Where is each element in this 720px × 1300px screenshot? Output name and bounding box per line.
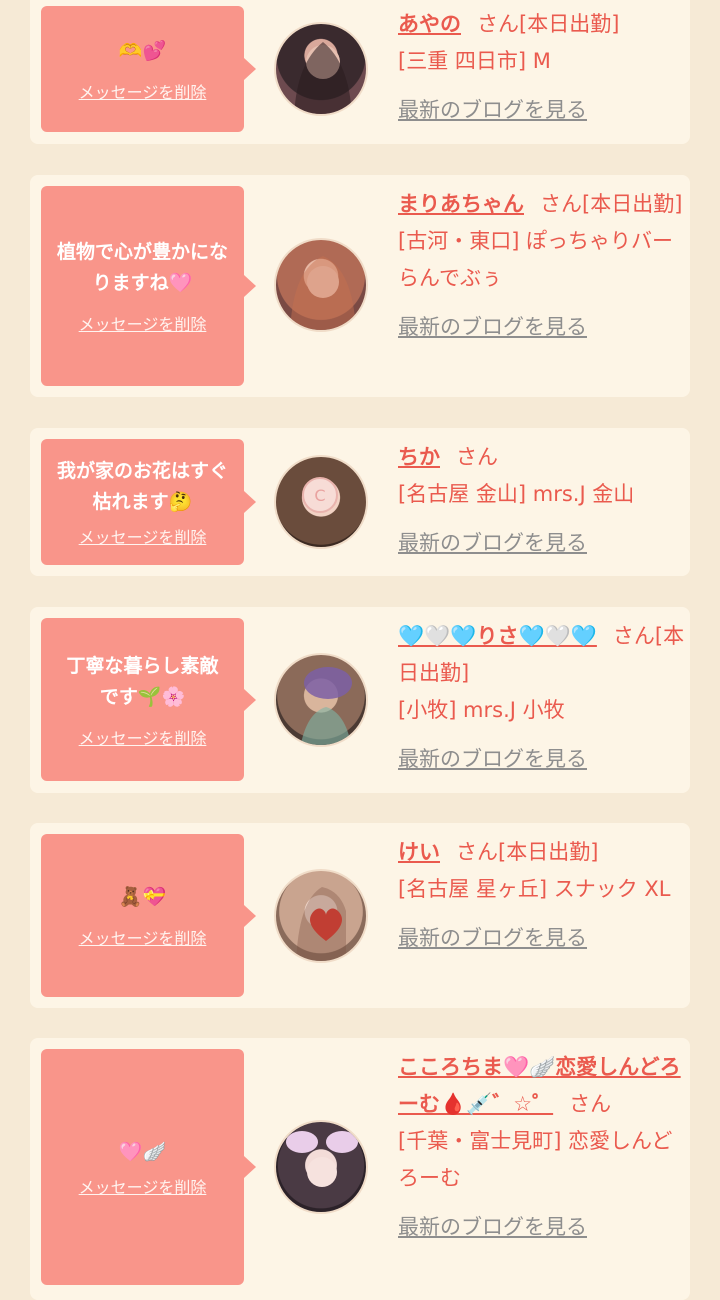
- girl-status: さん[本日出勤]: [477, 12, 620, 36]
- message-bubble: 🩷🪽 メッセージを削除: [41, 1049, 256, 1285]
- svg-text:C: C: [314, 486, 325, 505]
- message-text: 丁寧な暮らし素敵です🌱🌸: [66, 654, 219, 708]
- message-list: 🫶💕 メッセージを削除 あやの さん[本日出勤] [三重 四日市] M 最新のブロ…: [0, 0, 720, 1300]
- message-card: 我が家のお花はすぐ枯れます🤔 メッセージを削除 C ちか さん [名古屋 金山] …: [30, 428, 690, 576]
- girl-name-link[interactable]: まりあちゃん: [398, 192, 524, 216]
- message-text: 我が家のお花はすぐ枯れます🤔: [56, 460, 228, 513]
- girl-info: あやの さん[本日出勤] [三重 四日市] M 最新のブログを見る: [398, 6, 686, 129]
- delete-message-link[interactable]: メッセージを削除: [79, 311, 207, 335]
- latest-blog-link[interactable]: 最新のブログを見る: [398, 525, 686, 562]
- message-text: 🩷🪽: [118, 1140, 167, 1163]
- message-bubble: 植物で心が豊かになりますね🩷 メッセージを削除: [41, 186, 256, 386]
- latest-blog-link[interactable]: 最新のブログを見る: [398, 741, 686, 778]
- girl-info: まりあちゃん さん[本日出勤] [古河・東口] ぽっちゃりバー らんでぶぅ 最新の…: [398, 186, 686, 346]
- delete-message-link[interactable]: メッセージを削除: [79, 79, 207, 103]
- avatar-photo: [286, 1131, 358, 1187]
- avatar[interactable]: [274, 1120, 368, 1214]
- girl-status: さん: [456, 445, 498, 469]
- avatar-photo: [300, 667, 352, 745]
- shop-info: [小牧] mrs.J 小牧: [398, 698, 565, 722]
- latest-blog-link[interactable]: 最新のブログを見る: [398, 92, 686, 129]
- girl-info: こころちま🩷🪽恋愛しんどろーむ🩸💉゛☆゜ さん [千葉・富士見町] 恋愛しんどろー…: [398, 1049, 686, 1246]
- delete-message-link[interactable]: メッセージを削除: [79, 524, 207, 548]
- girl-name-link[interactable]: ちか: [398, 445, 440, 469]
- girl-status: さん[本日出勤]: [540, 192, 683, 216]
- girl-name-link[interactable]: あやの: [398, 12, 461, 36]
- shop-info: [千葉・富士見町] 恋愛しんどろーむ: [398, 1129, 673, 1190]
- avatar-photo: [290, 256, 356, 330]
- message-bubble: 🧸💝 メッセージを削除: [41, 834, 256, 997]
- latest-blog-link[interactable]: 最新のブログを見る: [398, 920, 686, 957]
- shop-info: [名古屋 金山] mrs.J 金山: [398, 482, 635, 506]
- girl-status: さん: [569, 1092, 612, 1116]
- girl-name-link[interactable]: けい: [398, 840, 440, 864]
- latest-blog-link[interactable]: 最新のブログを見る: [398, 309, 686, 346]
- girl-status: さん[本日出勤]: [456, 840, 599, 864]
- message-card: 🫶💕 メッセージを削除 あやの さん[本日出勤] [三重 四日市] M 最新のブロ…: [30, 0, 690, 144]
- avatar[interactable]: [274, 22, 368, 116]
- delete-message-link[interactable]: メッセージを削除: [79, 1174, 207, 1198]
- message-card: 🩷🪽 メッセージを削除 こころちま🩷🪽恋愛しんどろーむ🩸💉゛☆゜ さん [千葉・富…: [30, 1038, 690, 1300]
- message-card: 植物で心が豊かになりますね🩷 メッセージを削除 まりあちゃん さん[本日出勤] […: [30, 175, 690, 397]
- avatar[interactable]: [274, 653, 368, 747]
- avatar-photo: C: [302, 477, 338, 513]
- delete-message-link[interactable]: メッセージを削除: [79, 925, 207, 949]
- girl-info: けい さん[本日出勤] [名古屋 星ヶ丘] スナック XL 最新のブログを見る: [398, 834, 686, 957]
- girl-name-link[interactable]: 🩵🤍🩵りさ🩵🤍🩵: [398, 624, 597, 648]
- message-card: 丁寧な暮らし素敵です🌱🌸 メッセージを削除 🩵🤍🩵りさ🩵🤍🩵 さん[本日出勤] […: [30, 607, 690, 793]
- message-text: 🧸💝: [118, 886, 167, 908]
- avatar[interactable]: [274, 869, 368, 963]
- girl-info: 🩵🤍🩵りさ🩵🤍🩵 さん[本日出勤] [小牧] mrs.J 小牧 最新のブログを見る: [398, 618, 686, 778]
- message-text: 🫶💕: [118, 39, 167, 62]
- avatar[interactable]: C: [274, 455, 368, 549]
- avatar-photo: [296, 887, 346, 961]
- latest-blog-link[interactable]: 最新のブログを見る: [398, 1209, 686, 1246]
- message-bubble: 我が家のお花はすぐ枯れます🤔 メッセージを削除: [41, 439, 256, 565]
- message-bubble: 🫶💕 メッセージを削除: [41, 6, 256, 132]
- delete-message-link[interactable]: メッセージを削除: [79, 725, 207, 749]
- message-text: 植物で心が豊かになりますね🩷: [56, 241, 228, 294]
- shop-info: [名古屋 星ヶ丘] スナック XL: [398, 877, 671, 901]
- avatar-photo: [294, 42, 352, 114]
- shop-info: [古河・東口] ぽっちゃりバー らんでぶぅ: [398, 229, 674, 290]
- avatar[interactable]: [274, 238, 368, 332]
- message-bubble: 丁寧な暮らし素敵です🌱🌸 メッセージを削除: [41, 618, 256, 781]
- girl-info: ちか さん [名古屋 金山] mrs.J 金山 最新のブログを見る: [398, 439, 686, 562]
- message-card: 🧸💝 メッセージを削除 けい さん[本日出勤] [名古屋 星ヶ丘] スナック XL…: [30, 823, 690, 1008]
- girl-name-link[interactable]: こころちま🩷🪽恋愛しんどろーむ🩸💉゛☆゜: [398, 1055, 681, 1116]
- shop-info: [三重 四日市] M: [398, 49, 551, 73]
